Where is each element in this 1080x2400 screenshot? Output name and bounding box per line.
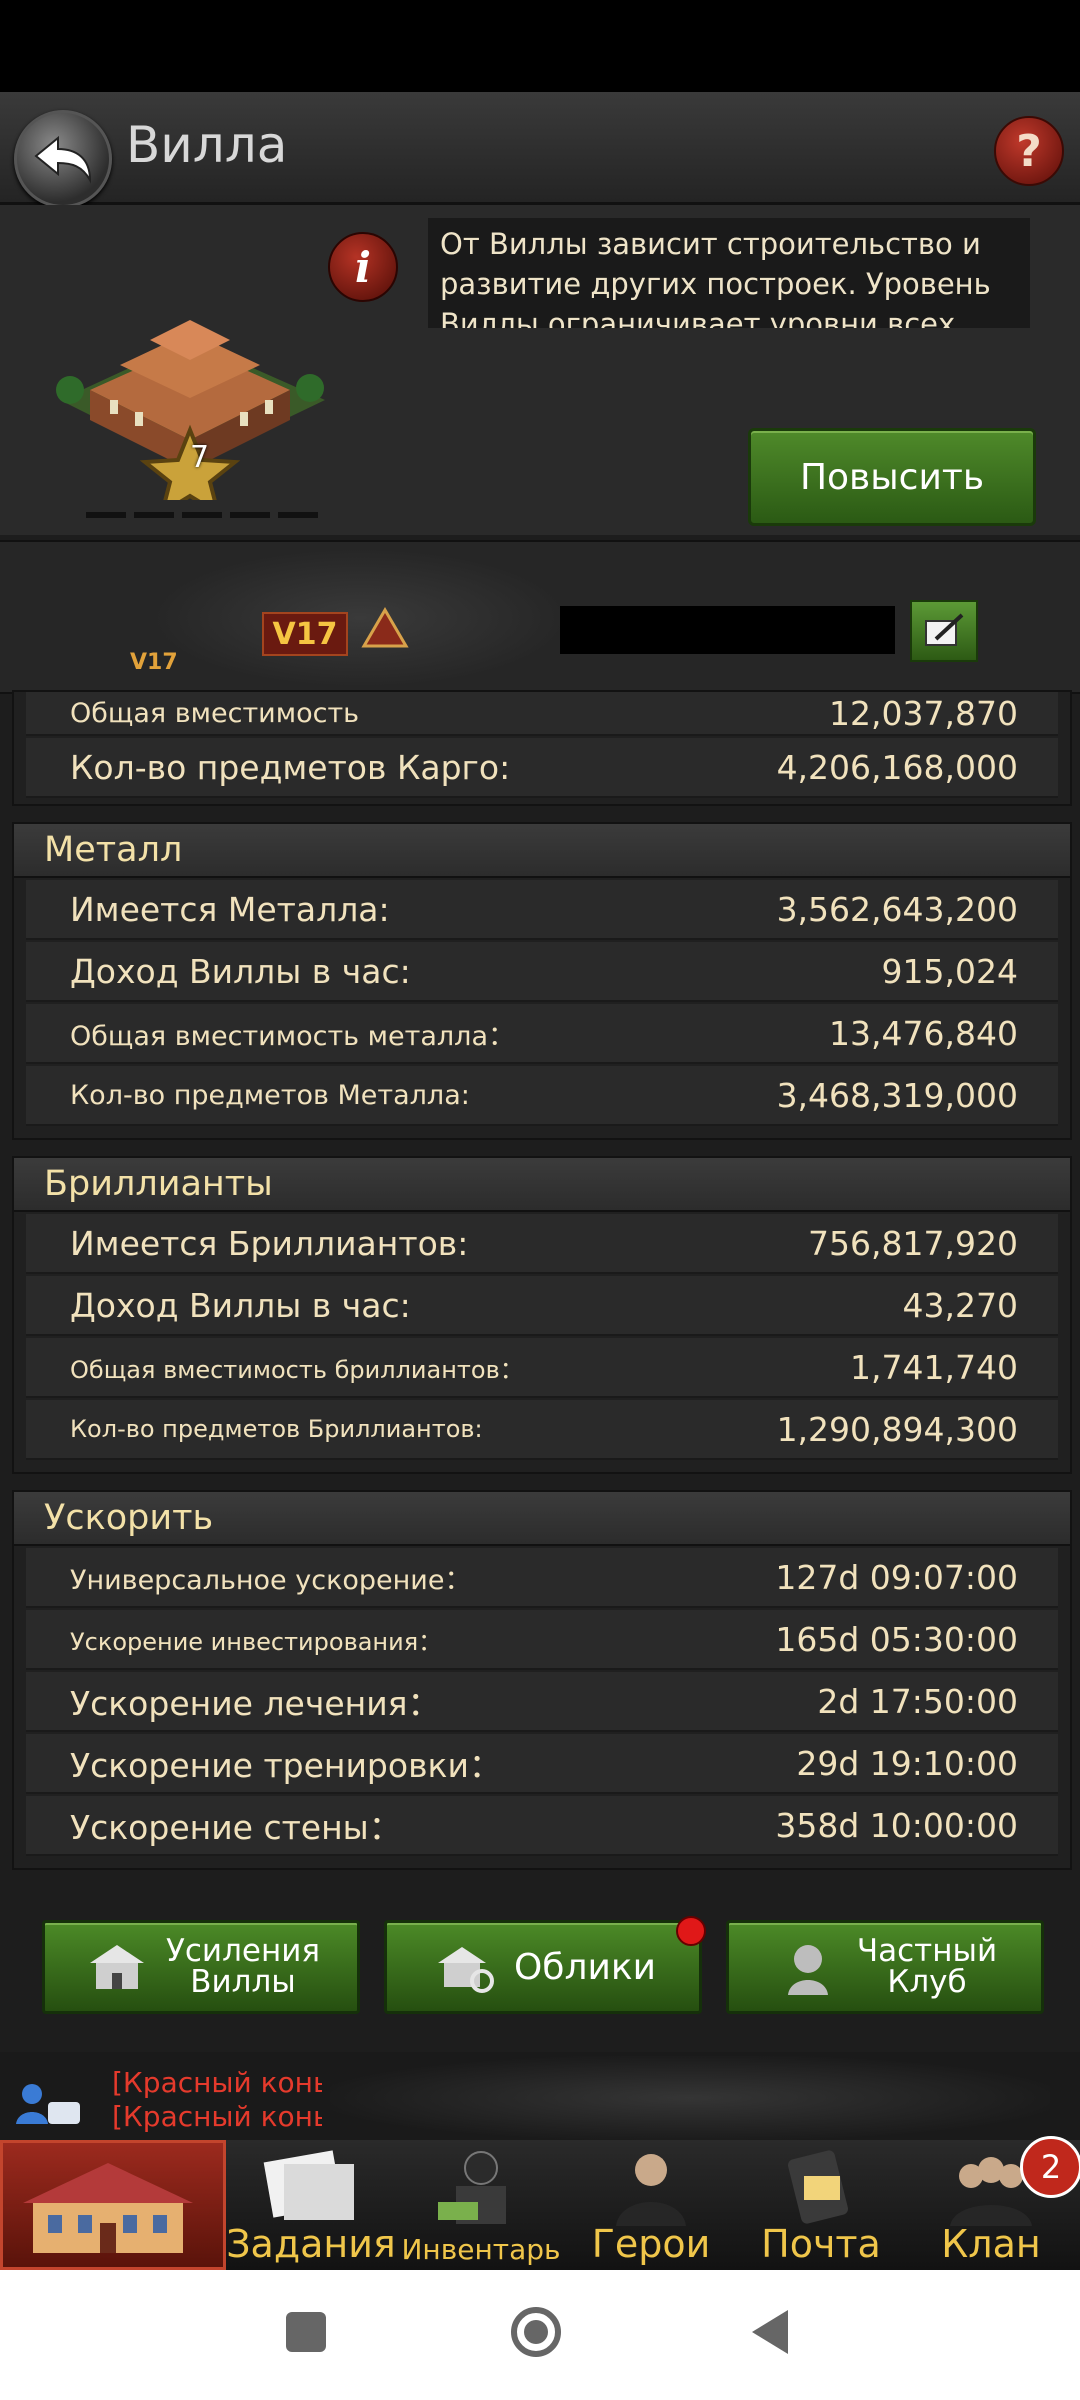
- list-item: Общая вместимость металла： 13,476,840: [26, 1004, 1058, 1064]
- upgrade-button[interactable]: Повысить: [748, 428, 1036, 526]
- section-title: Ускорить: [14, 1492, 1070, 1546]
- quests-icon: [263, 2150, 354, 2220]
- inventory-icon: [438, 2151, 506, 2224]
- cargo-section: Общая вместимость 12,037,870 Кол-во пред…: [12, 690, 1072, 806]
- nav-quests[interactable]: Задания: [226, 2140, 396, 2270]
- status-bar: [0, 0, 1080, 92]
- list-item: Универсальное ускорение： 127d 09:07:00: [26, 1548, 1058, 1608]
- nav-inventory[interactable]: Инвентарь: [396, 2140, 566, 2270]
- mansion-icon: [23, 2163, 193, 2253]
- chat-blur-region: [330, 2056, 1050, 2140]
- villa-description: От Виллы зависит строительство и развити…: [428, 218, 1030, 328]
- rank-icon: [360, 606, 410, 656]
- player-name-redacted: [560, 606, 895, 654]
- compose-mail-button[interactable]: [910, 600, 978, 662]
- back-triangle-icon[interactable]: [750, 2308, 790, 2356]
- quill-icon: [925, 613, 964, 646]
- list-item: Кол-во предметов Бриллиантов: 1,290,894,…: [26, 1400, 1058, 1460]
- section-title: Металл: [14, 824, 1070, 878]
- page-title: Вилла: [126, 116, 288, 174]
- back-button[interactable]: [14, 110, 112, 208]
- vip-small-badge: V17: [130, 650, 178, 675]
- list-item: Общая вместимость 12,037,870: [26, 692, 1058, 736]
- speedup-section: Ускорить Универсальное ускорение： 127d 0…: [12, 1490, 1072, 1870]
- home-icon[interactable]: [511, 2307, 561, 2357]
- list-item: Кол-во предметов Металла: 3,468,319,000: [26, 1066, 1058, 1126]
- villa-level: 7: [190, 440, 210, 475]
- list-item: Имеется Металла: 3,562,643,200: [26, 880, 1058, 940]
- chat-icon[interactable]: [12, 2080, 82, 2130]
- back-arrow-icon: [34, 135, 92, 184]
- list-item: Общая вместимость бриллиантов： 1,741,740: [26, 1338, 1058, 1398]
- section-title: Бриллианты: [14, 1158, 1070, 1212]
- list-item: Ускорение стены： 358d 10:00:00: [26, 1796, 1058, 1856]
- list-item: Ускорение лечения： 2d 17:50:00: [26, 1672, 1058, 1732]
- recent-apps-icon[interactable]: [286, 2312, 326, 2352]
- level-progress-dashes: [86, 512, 326, 518]
- chat-line-2: [Красный конь: [112, 2100, 322, 2133]
- villa-boosts-button[interactable]: Усиления Виллы: [42, 1920, 360, 2014]
- list-item: Доход Виллы в час: 915,024: [26, 942, 1058, 1002]
- nav-mail[interactable]: Почта: [736, 2140, 906, 2270]
- heroes-icon: [616, 2154, 686, 2226]
- chat-line-1: [Красный конь к: [112, 2066, 322, 2099]
- info-icon[interactable]: i: [328, 232, 398, 302]
- list-item: Кол-во предметов Карго: 4,206,168,000: [26, 738, 1058, 798]
- list-item: Имеется Бриллиантов: 756,817,920: [26, 1214, 1058, 1274]
- notification-dot: [676, 1916, 706, 1946]
- villa-icon: [82, 1937, 152, 1997]
- vip-badge: V17: [262, 612, 348, 656]
- skins-button[interactable]: Облики: [384, 1920, 702, 2014]
- metal-section: Металл Имеется Металла: 3,562,643,200 До…: [12, 822, 1072, 1140]
- list-item: Ускорение тренировки： 29d 19:10:00: [26, 1734, 1058, 1794]
- list-item: Доход Виллы в час: 43,270: [26, 1276, 1058, 1336]
- mail-icon: [788, 2150, 848, 2224]
- nav-villa[interactable]: [0, 2140, 226, 2270]
- list-item: Ускорение инвестирования： 165d 05:30:00: [26, 1610, 1058, 1670]
- clan-notification-badge: 2: [1020, 2136, 1080, 2198]
- private-club-button[interactable]: Частный Клуб: [726, 1920, 1044, 2014]
- help-button[interactable]: ?: [994, 116, 1064, 186]
- nav-heroes[interactable]: Герои: [566, 2140, 736, 2270]
- diamonds-section: Бриллианты Имеется Бриллиантов: 756,817,…: [12, 1156, 1072, 1474]
- villa-refresh-icon: [430, 1937, 500, 1997]
- woman-silhouette-icon: [773, 1937, 843, 1997]
